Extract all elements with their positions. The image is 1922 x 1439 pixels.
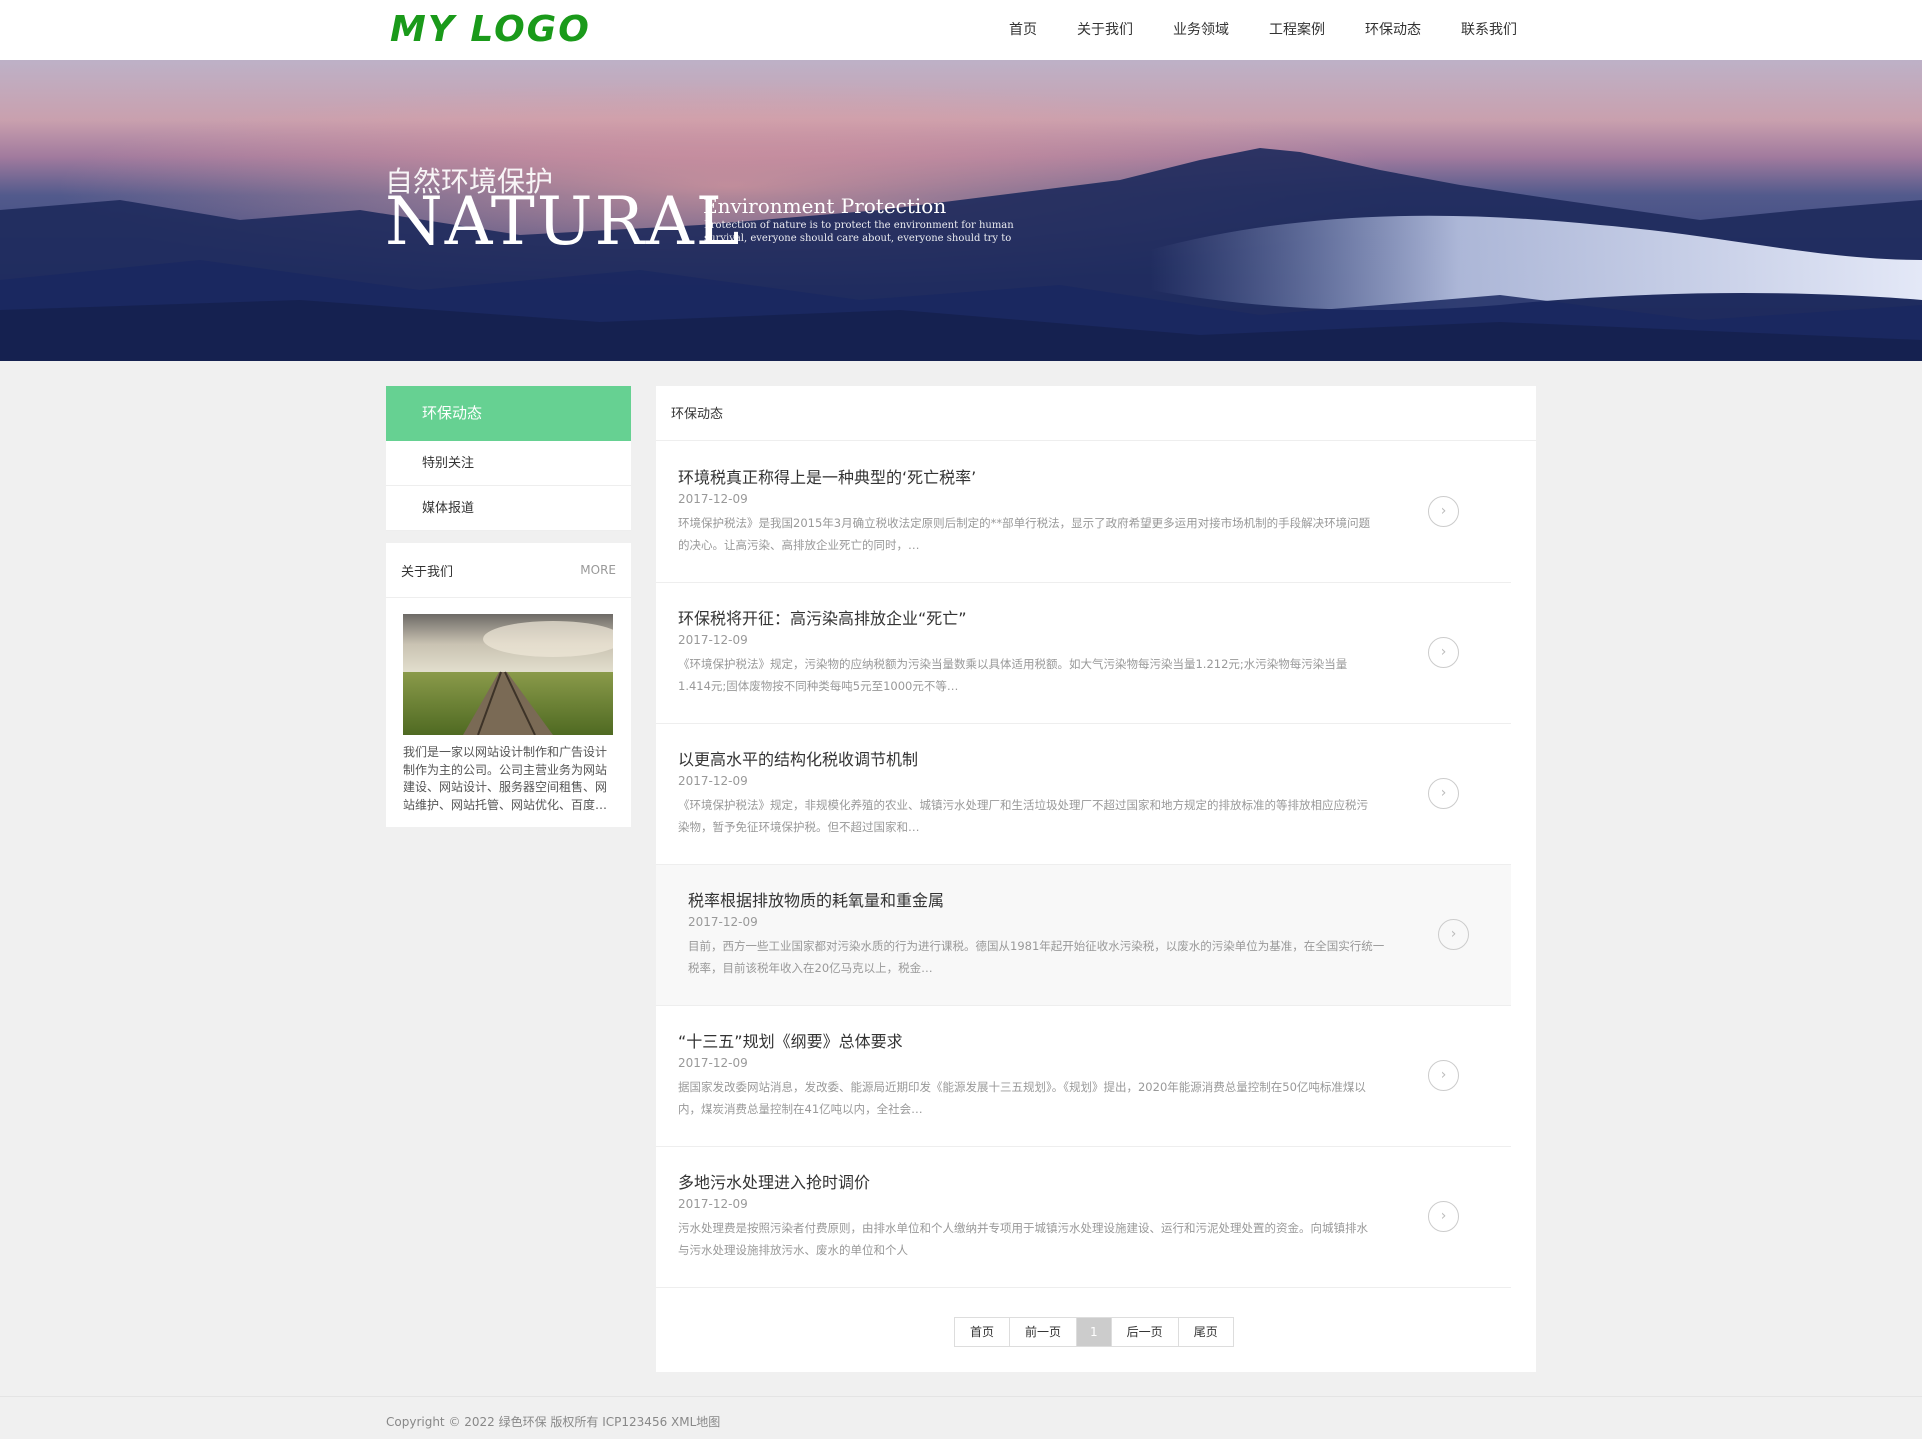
sidebar-menu: 环保动态 特别关注 媒体报道 (386, 386, 631, 531)
pager-current-page[interactable]: 1 (1076, 1318, 1111, 1346)
news-summary: 目前，西方一些工业国家都对污染水质的行为进行课税。德国从1981年起开始征收水污… (688, 939, 1385, 975)
news-item[interactable]: 以更高水平的结构化税收调节机制 2017-12-09 《环境保护税法》规定，非规… (656, 724, 1511, 865)
chevron-right-icon[interactable]: › (1428, 496, 1459, 527)
news-date: 2017-12-09 (688, 915, 758, 929)
pager-next[interactable]: 后一页 (1110, 1318, 1178, 1346)
news-item[interactable]: 多地污水处理进入抢时调价 2017-12-09 污水处理费是按照污染者付费原则，… (656, 1147, 1511, 1288)
news-summary: 《环境保护税法》规定，污染物的应纳税额为污染当量数乘以具体适用税额。如大气污染物… (678, 657, 1348, 693)
about-text: 我们是一家以网站设计制作和广告设计制作为主的公司。公司主营业务为网站建设、网站设… (403, 745, 608, 812)
nav-business[interactable]: 业务领域 (1173, 0, 1229, 60)
main-nav: 首页 关于我们 业务领域 工程案例 环保动态 联系我们 (969, 0, 1517, 60)
footer-copyright: Copyright © 2022 绿色环保 版权所有 ICP123456 XML… (386, 1415, 721, 1429)
news-date: 2017-12-09 (678, 774, 748, 788)
news-item[interactable]: 环境税真正称得上是一种典型的‘死亡税率’ 2017-12-09 环境保护税法》是… (656, 442, 1511, 583)
site-logo[interactable]: MY LOGO (390, 10, 591, 50)
pager-first[interactable]: 首页 (955, 1318, 1009, 1346)
news-title[interactable]: “十三五”规划《纲要》总体要求 (678, 1028, 903, 1052)
about-header: 关于我们 MORE (386, 543, 631, 598)
news-summary: 据国家发改委网站消息，发改委、能源局近期印发《能源发展十三五规划》。《规划》提出… (678, 1080, 1366, 1116)
about-box: 关于我们 MORE 我们是一家以网站设计制作和广告设计制作为主的公司。公司主营业… (386, 543, 631, 827)
news-summary: 《环境保护税法》规定，非规模化养殖的农业、城镇污水处理厂和生活垃圾处理厂不超过国… (678, 798, 1368, 834)
banner-big-title: NATURAL (385, 183, 742, 260)
news-summary: 环境保护税法》是我国2015年3月确立税收法定原则后制定的**部单行税法，显示了… (678, 516, 1371, 552)
news-panel-heading: 环保动态 (656, 386, 1536, 441)
pagination: 首页 前一页 1 后一页 尾页 (954, 1317, 1234, 1347)
hero-banner: 自然环境保护 NATURAL Environment Protection Pr… (0, 60, 1922, 361)
news-panel: 环保动态 环境税真正称得上是一种典型的‘死亡税率’ 2017-12-09 环境保… (656, 386, 1536, 1372)
nav-home[interactable]: 首页 (1009, 0, 1037, 60)
news-date: 2017-12-09 (678, 1056, 748, 1070)
news-title[interactable]: 税率根据排放物质的耗氧量和重金属 (688, 887, 944, 911)
news-title[interactable]: 环境税真正称得上是一种典型的‘死亡税率’ (678, 464, 976, 488)
news-title[interactable]: 环保税将开征：高污染高排放企业“死亡” (678, 605, 967, 629)
news-item[interactable]: “十三五”规划《纲要》总体要求 2017-12-09 据国家发改委网站消息，发改… (656, 1006, 1511, 1147)
chevron-right-icon[interactable]: › (1428, 637, 1459, 668)
chevron-right-icon[interactable]: › (1428, 1201, 1459, 1232)
news-title[interactable]: 以更高水平的结构化税收调节机制 (678, 746, 918, 770)
sidebar-item-news[interactable]: 环保动态 (386, 386, 631, 441)
news-item[interactable]: 环保税将开征：高污染高排放企业“死亡” 2017-12-09 《环境保护税法》规… (656, 583, 1511, 724)
nav-about[interactable]: 关于我们 (1077, 0, 1133, 60)
pager-last[interactable]: 尾页 (1177, 1318, 1233, 1346)
nav-news[interactable]: 环保动态 (1365, 0, 1421, 60)
about-more-link[interactable]: MORE (580, 563, 616, 577)
about-title: 关于我们 (401, 564, 454, 580)
railway-photo (403, 614, 613, 735)
news-date: 2017-12-09 (678, 1197, 748, 1211)
news-title[interactable]: 多地污水处理进入抢时调价 (678, 1169, 870, 1193)
site-header: MY LOGO 首页 关于我们 业务领域 工程案例 环保动态 联系我们 (0, 0, 1922, 60)
news-item[interactable]: 税率根据排放物质的耗氧量和重金属 2017-12-09 目前，西方一些工业国家都… (656, 865, 1511, 1006)
news-date: 2017-12-09 (678, 492, 748, 506)
banner-landscape-image (0, 60, 1922, 361)
chevron-right-icon[interactable]: › (1438, 919, 1469, 950)
banner-description: Protection of nature is to protect the e… (704, 220, 1014, 244)
about-image[interactable] (403, 614, 613, 735)
news-date: 2017-12-09 (678, 633, 748, 647)
banner-sub-title: Environment Protection (703, 194, 947, 218)
sidebar-item-media[interactable]: 媒体报道 (386, 486, 631, 531)
nav-cases[interactable]: 工程案例 (1269, 0, 1325, 60)
sidebar-item-focus[interactable]: 特别关注 (386, 441, 631, 486)
pager-prev[interactable]: 前一页 (1009, 1318, 1076, 1346)
news-summary: 污水处理费是按照污染者付费原则，由排水单位和个人缴纳并专项用于城镇污水处理设施建… (678, 1221, 1368, 1257)
nav-contact[interactable]: 联系我们 (1461, 0, 1517, 60)
site-footer: Copyright © 2022 绿色环保 版权所有 ICP123456 XML… (0, 1396, 1922, 1439)
chevron-right-icon[interactable]: › (1428, 778, 1459, 809)
chevron-right-icon[interactable]: › (1428, 1060, 1459, 1091)
